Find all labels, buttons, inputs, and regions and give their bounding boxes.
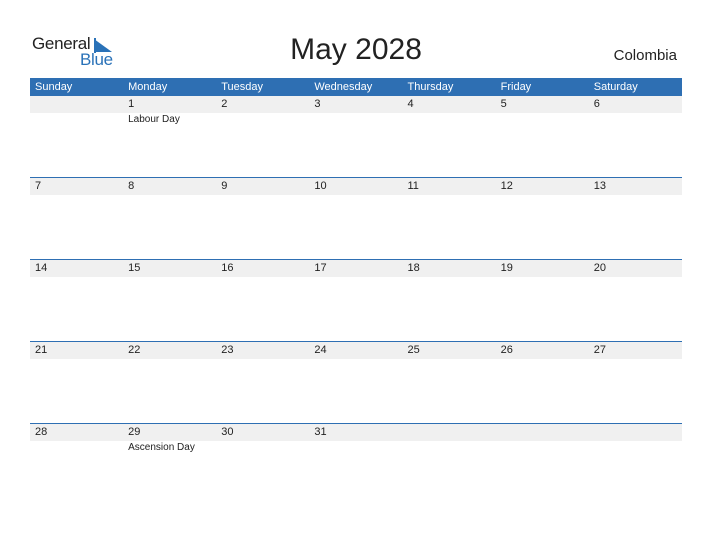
events-band: Labour Day (30, 113, 682, 126)
weekday-friday: Friday (500, 81, 532, 93)
weekday-tuesday: Tuesday (221, 81, 264, 93)
day-number (30, 96, 123, 113)
holiday-label: Ascension Day (128, 442, 195, 453)
day-number (403, 424, 496, 441)
day-number: 14 (35, 262, 48, 274)
holiday-label (30, 113, 123, 126)
day-number-band: 21 22 23 24 25 26 27 (30, 342, 682, 359)
weekday-sunday: Sunday (35, 81, 73, 93)
week-row: 1 2 3 4 5 6 Labour Day (30, 96, 682, 177)
holiday-label (309, 441, 402, 454)
day-number: 21 (35, 344, 48, 356)
holiday-label: Labour Day (128, 114, 180, 125)
holiday-label (216, 441, 309, 454)
day-number: 7 (35, 180, 42, 192)
day-number: 9 (221, 180, 228, 192)
holiday-label (403, 441, 496, 454)
day-number: 24 (314, 344, 327, 356)
day-number: 29 (128, 426, 141, 438)
holiday-label (589, 441, 682, 454)
holiday-label (496, 441, 589, 454)
day-number: 30 (221, 426, 234, 438)
week-row: 14 15 16 17 18 19 20 (30, 259, 682, 341)
day-number: 18 (407, 262, 420, 274)
day-number: 13 (593, 180, 606, 192)
holiday-label (403, 113, 496, 126)
day-number-band: 14 15 16 17 18 19 20 (30, 260, 682, 277)
day-number-band: 28 29 30 31 (30, 424, 682, 441)
holiday-label (496, 113, 589, 126)
day-number-band: 7 8 9 10 11 12 13 (30, 178, 682, 195)
day-number: 6 (593, 98, 600, 110)
weekday-saturday: Saturday (593, 81, 638, 93)
week-row: 7 8 9 10 11 12 13 (30, 177, 682, 259)
day-number: 1 (128, 98, 135, 110)
day-number: 22 (128, 344, 141, 356)
weekday-header: Sunday Monday Tuesday Wednesday Thursday… (30, 78, 682, 96)
day-number (496, 424, 589, 441)
day-number: 16 (221, 262, 234, 274)
day-number: 23 (221, 344, 234, 356)
day-number: 3 (314, 98, 321, 110)
events-band: Ascension Day (30, 441, 682, 454)
day-number: 15 (128, 262, 141, 274)
calendar-title: May 2028 (290, 33, 422, 66)
holiday-label (216, 113, 309, 126)
day-number: 4 (407, 98, 414, 110)
day-number: 25 (407, 344, 420, 356)
day-number: 28 (35, 426, 48, 438)
country-label: Colombia (613, 47, 677, 64)
day-number: 26 (500, 344, 513, 356)
day-number: 8 (128, 180, 135, 192)
weekday-wednesday: Wednesday (314, 81, 373, 93)
day-number (589, 424, 682, 441)
day-number: 10 (314, 180, 327, 192)
holiday-label (589, 113, 682, 126)
holiday-label (30, 441, 123, 454)
day-number: 27 (593, 344, 606, 356)
day-number-band: 1 2 3 4 5 6 (30, 96, 682, 113)
day-number: 17 (314, 262, 327, 274)
calendar-grid: Sunday Monday Tuesday Wednesday Thursday… (30, 78, 682, 505)
weekday-thursday: Thursday (407, 81, 454, 93)
day-number: 5 (500, 98, 507, 110)
day-number: 19 (500, 262, 513, 274)
day-number: 11 (407, 180, 419, 192)
day-number: 20 (593, 262, 606, 274)
day-number: 31 (314, 426, 327, 438)
day-number: 12 (500, 180, 513, 192)
week-row: 21 22 23 24 25 26 27 (30, 341, 682, 423)
weekday-monday: Monday (128, 81, 168, 93)
week-row: 28 29 30 31 Ascension Day (30, 423, 682, 505)
day-number: 2 (221, 98, 228, 110)
holiday-label (309, 113, 402, 126)
